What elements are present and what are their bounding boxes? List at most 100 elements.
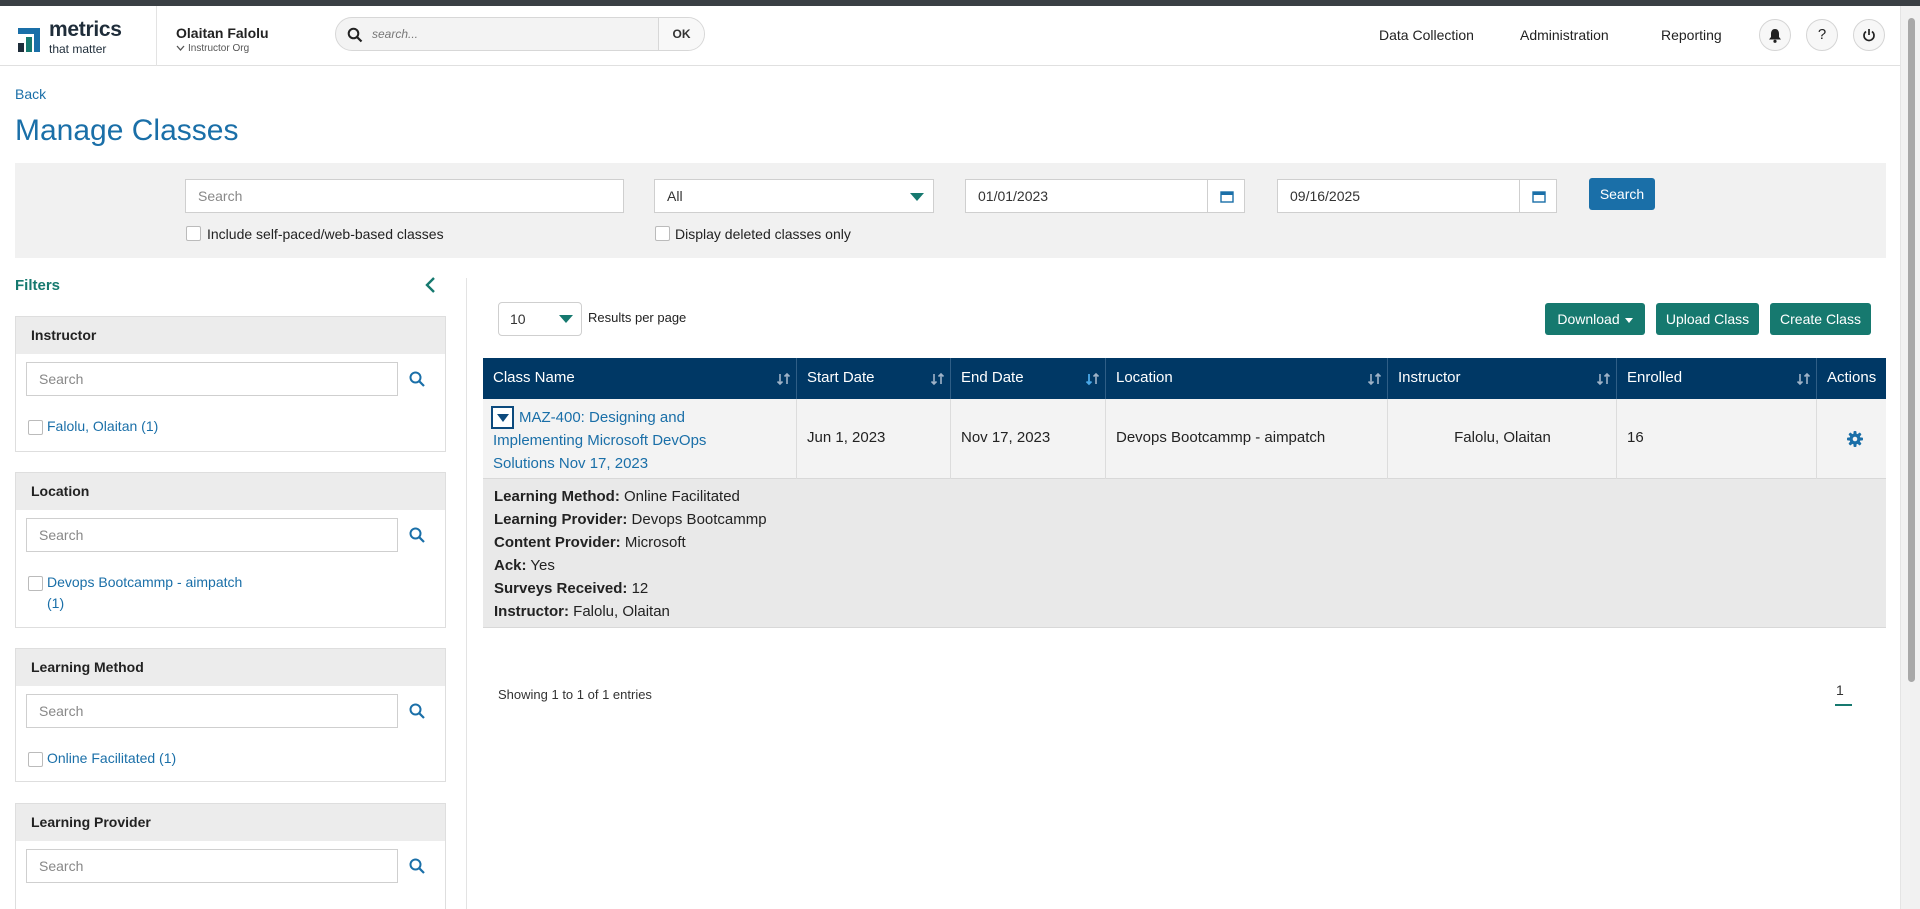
caret-down-icon: [1624, 317, 1633, 323]
calendar-icon: [1220, 191, 1234, 203]
cell-actions: [1817, 399, 1886, 479]
instructor-filter-search[interactable]: Search: [26, 362, 398, 396]
scrollbar-thumb[interactable]: [1908, 18, 1915, 682]
column-header-class-name[interactable]: Class Name: [483, 358, 797, 399]
logo-title: metrics: [49, 18, 122, 41]
column-header-label: Class Name: [493, 369, 575, 386]
collapse-filters-chevron-icon[interactable]: [423, 276, 439, 294]
filter-option-label[interactable]: Online Facilitated (1): [47, 748, 176, 769]
search-icon[interactable]: [408, 526, 426, 544]
search-icon[interactable]: [408, 702, 426, 720]
display-deleted-checkbox[interactable]: [655, 226, 670, 241]
user-org-switcher[interactable]: Instructor Org: [176, 43, 249, 54]
filter-group-learning-provider: Learning Provider Search: [15, 803, 446, 909]
page-scrollbar[interactable]: [1900, 6, 1920, 909]
user-org-label: Instructor Org: [188, 43, 250, 54]
results-per-page-label: Results per page: [588, 310, 687, 325]
detail-value: Devops Bootcammp: [631, 511, 767, 528]
create-class-button[interactable]: Create Class: [1770, 303, 1871, 335]
pagination-page-1[interactable]: 1: [1836, 682, 1844, 698]
global-search-ok-button[interactable]: OK: [658, 18, 704, 50]
panel-divider: [466, 278, 467, 909]
filter-option-checkbox[interactable]: [28, 420, 43, 435]
back-link[interactable]: Back: [15, 86, 46, 102]
logo-mark-icon: [18, 28, 40, 52]
detail-value: Microsoft: [624, 534, 686, 551]
bell-icon: [1769, 29, 1781, 43]
sort-icon[interactable]: [1367, 371, 1383, 387]
detail-label: Content Provider:: [494, 534, 621, 551]
search-icon[interactable]: [408, 370, 426, 388]
display-deleted-label: Display deleted classes only: [675, 226, 851, 242]
detail-value: Falolu, Olaitan: [573, 603, 670, 620]
column-header-enrolled[interactable]: Enrolled: [1617, 358, 1817, 399]
sort-icon[interactable]: [776, 371, 792, 387]
end-date-calendar-button[interactable]: [1519, 179, 1557, 213]
column-header-instructor[interactable]: Instructor: [1388, 358, 1617, 399]
search-button[interactable]: Search: [1589, 178, 1655, 210]
learning-method-filter-placeholder: Search: [39, 703, 84, 719]
filters-title: Filters: [15, 277, 61, 294]
class-name-link[interactable]: MAZ-400: Designing and Implementing Micr…: [493, 406, 753, 475]
brand-logo[interactable]: metrics that matter: [18, 18, 128, 56]
nav-administration[interactable]: Administration: [1520, 27, 1609, 43]
cell-instructor: Falolu, Olaitan: [1388, 399, 1617, 479]
help-button[interactable]: ?: [1806, 19, 1838, 51]
start-date-input[interactable]: 01/01/2023: [965, 179, 1208, 213]
sort-descending-icon[interactable]: [1085, 371, 1101, 387]
user-name[interactable]: Olaitan Falolu: [176, 25, 269, 41]
instructor-filter-placeholder: Search: [39, 371, 84, 387]
cell-end-date: Nov 17, 2023: [951, 399, 1106, 479]
learning-provider-filter-search[interactable]: Search: [26, 849, 398, 883]
end-date-input[interactable]: 09/16/2025: [1277, 179, 1520, 213]
filter-option-label[interactable]: Devops Bootcammp - aimpatch (1): [47, 572, 252, 614]
detail-learning-method: Learning Method: Online Facilitated: [494, 488, 740, 505]
location-filter-search[interactable]: Search: [26, 518, 398, 552]
power-icon: [1863, 29, 1875, 42]
sort-icon[interactable]: [1596, 371, 1612, 387]
filter-group-title: Instructor: [16, 317, 445, 354]
detail-learning-provider: Learning Provider: Devops Bootcammp: [494, 511, 767, 528]
page-title: Manage Classes: [15, 114, 239, 147]
app-header: metrics that matter Olaitan Falolu Instr…: [0, 6, 1900, 66]
classes-table-header: Class Name Start Date End Date Location …: [483, 358, 1886, 399]
detail-ack: Ack: Yes: [494, 557, 555, 574]
detail-label: Instructor:: [494, 603, 569, 620]
search-icon[interactable]: [408, 857, 426, 875]
column-header-label: Enrolled: [1627, 369, 1683, 386]
upload-class-button[interactable]: Upload Class: [1656, 303, 1759, 335]
sort-icon[interactable]: [930, 371, 946, 387]
filter-group-title: Location: [16, 473, 445, 510]
status-select[interactable]: All: [654, 179, 934, 213]
table-row: MAZ-400: Designing and Implementing Micr…: [483, 399, 1886, 479]
nav-reporting[interactable]: Reporting: [1661, 27, 1722, 43]
detail-label: Learning Provider:: [494, 511, 628, 528]
filter-option-label[interactable]: Falolu, Olaitan (1): [47, 416, 158, 437]
results-per-page-value: 10: [510, 311, 526, 327]
column-header-location[interactable]: Location: [1106, 358, 1388, 399]
column-header-label: Instructor: [1398, 369, 1461, 386]
sort-icon[interactable]: [1796, 371, 1812, 387]
class-search-input[interactable]: Search: [185, 179, 624, 213]
filter-option-checkbox[interactable]: [28, 752, 43, 767]
detail-label: Learning Method:: [494, 488, 620, 505]
nav-data-collection[interactable]: Data Collection: [1379, 27, 1474, 43]
download-button[interactable]: Download: [1545, 303, 1645, 335]
download-label: Download: [1557, 311, 1620, 327]
start-date-calendar-button[interactable]: [1207, 179, 1245, 213]
global-search-input[interactable]: search...: [372, 27, 418, 41]
column-header-end-date[interactable]: End Date: [951, 358, 1106, 399]
notifications-button[interactable]: [1759, 19, 1791, 51]
cell-location: Devops Bootcammp - aimpatch: [1106, 399, 1388, 479]
gear-icon[interactable]: [1846, 430, 1864, 448]
learning-method-filter-search[interactable]: Search: [26, 694, 398, 728]
logo-subtitle: that matter: [49, 42, 107, 56]
cell-class-name: MAZ-400: Designing and Implementing Micr…: [483, 399, 797, 479]
include-self-paced-checkbox[interactable]: [186, 226, 201, 241]
column-header-start-date[interactable]: Start Date: [797, 358, 951, 399]
column-header-label: End Date: [961, 369, 1024, 386]
class-search-bar: Search All 01/01/2023 09/16/2025 Search …: [15, 163, 1886, 258]
filter-option-checkbox[interactable]: [28, 576, 43, 591]
logout-button[interactable]: [1853, 19, 1885, 51]
include-self-paced-label: Include self-paced/web-based classes: [207, 226, 444, 242]
